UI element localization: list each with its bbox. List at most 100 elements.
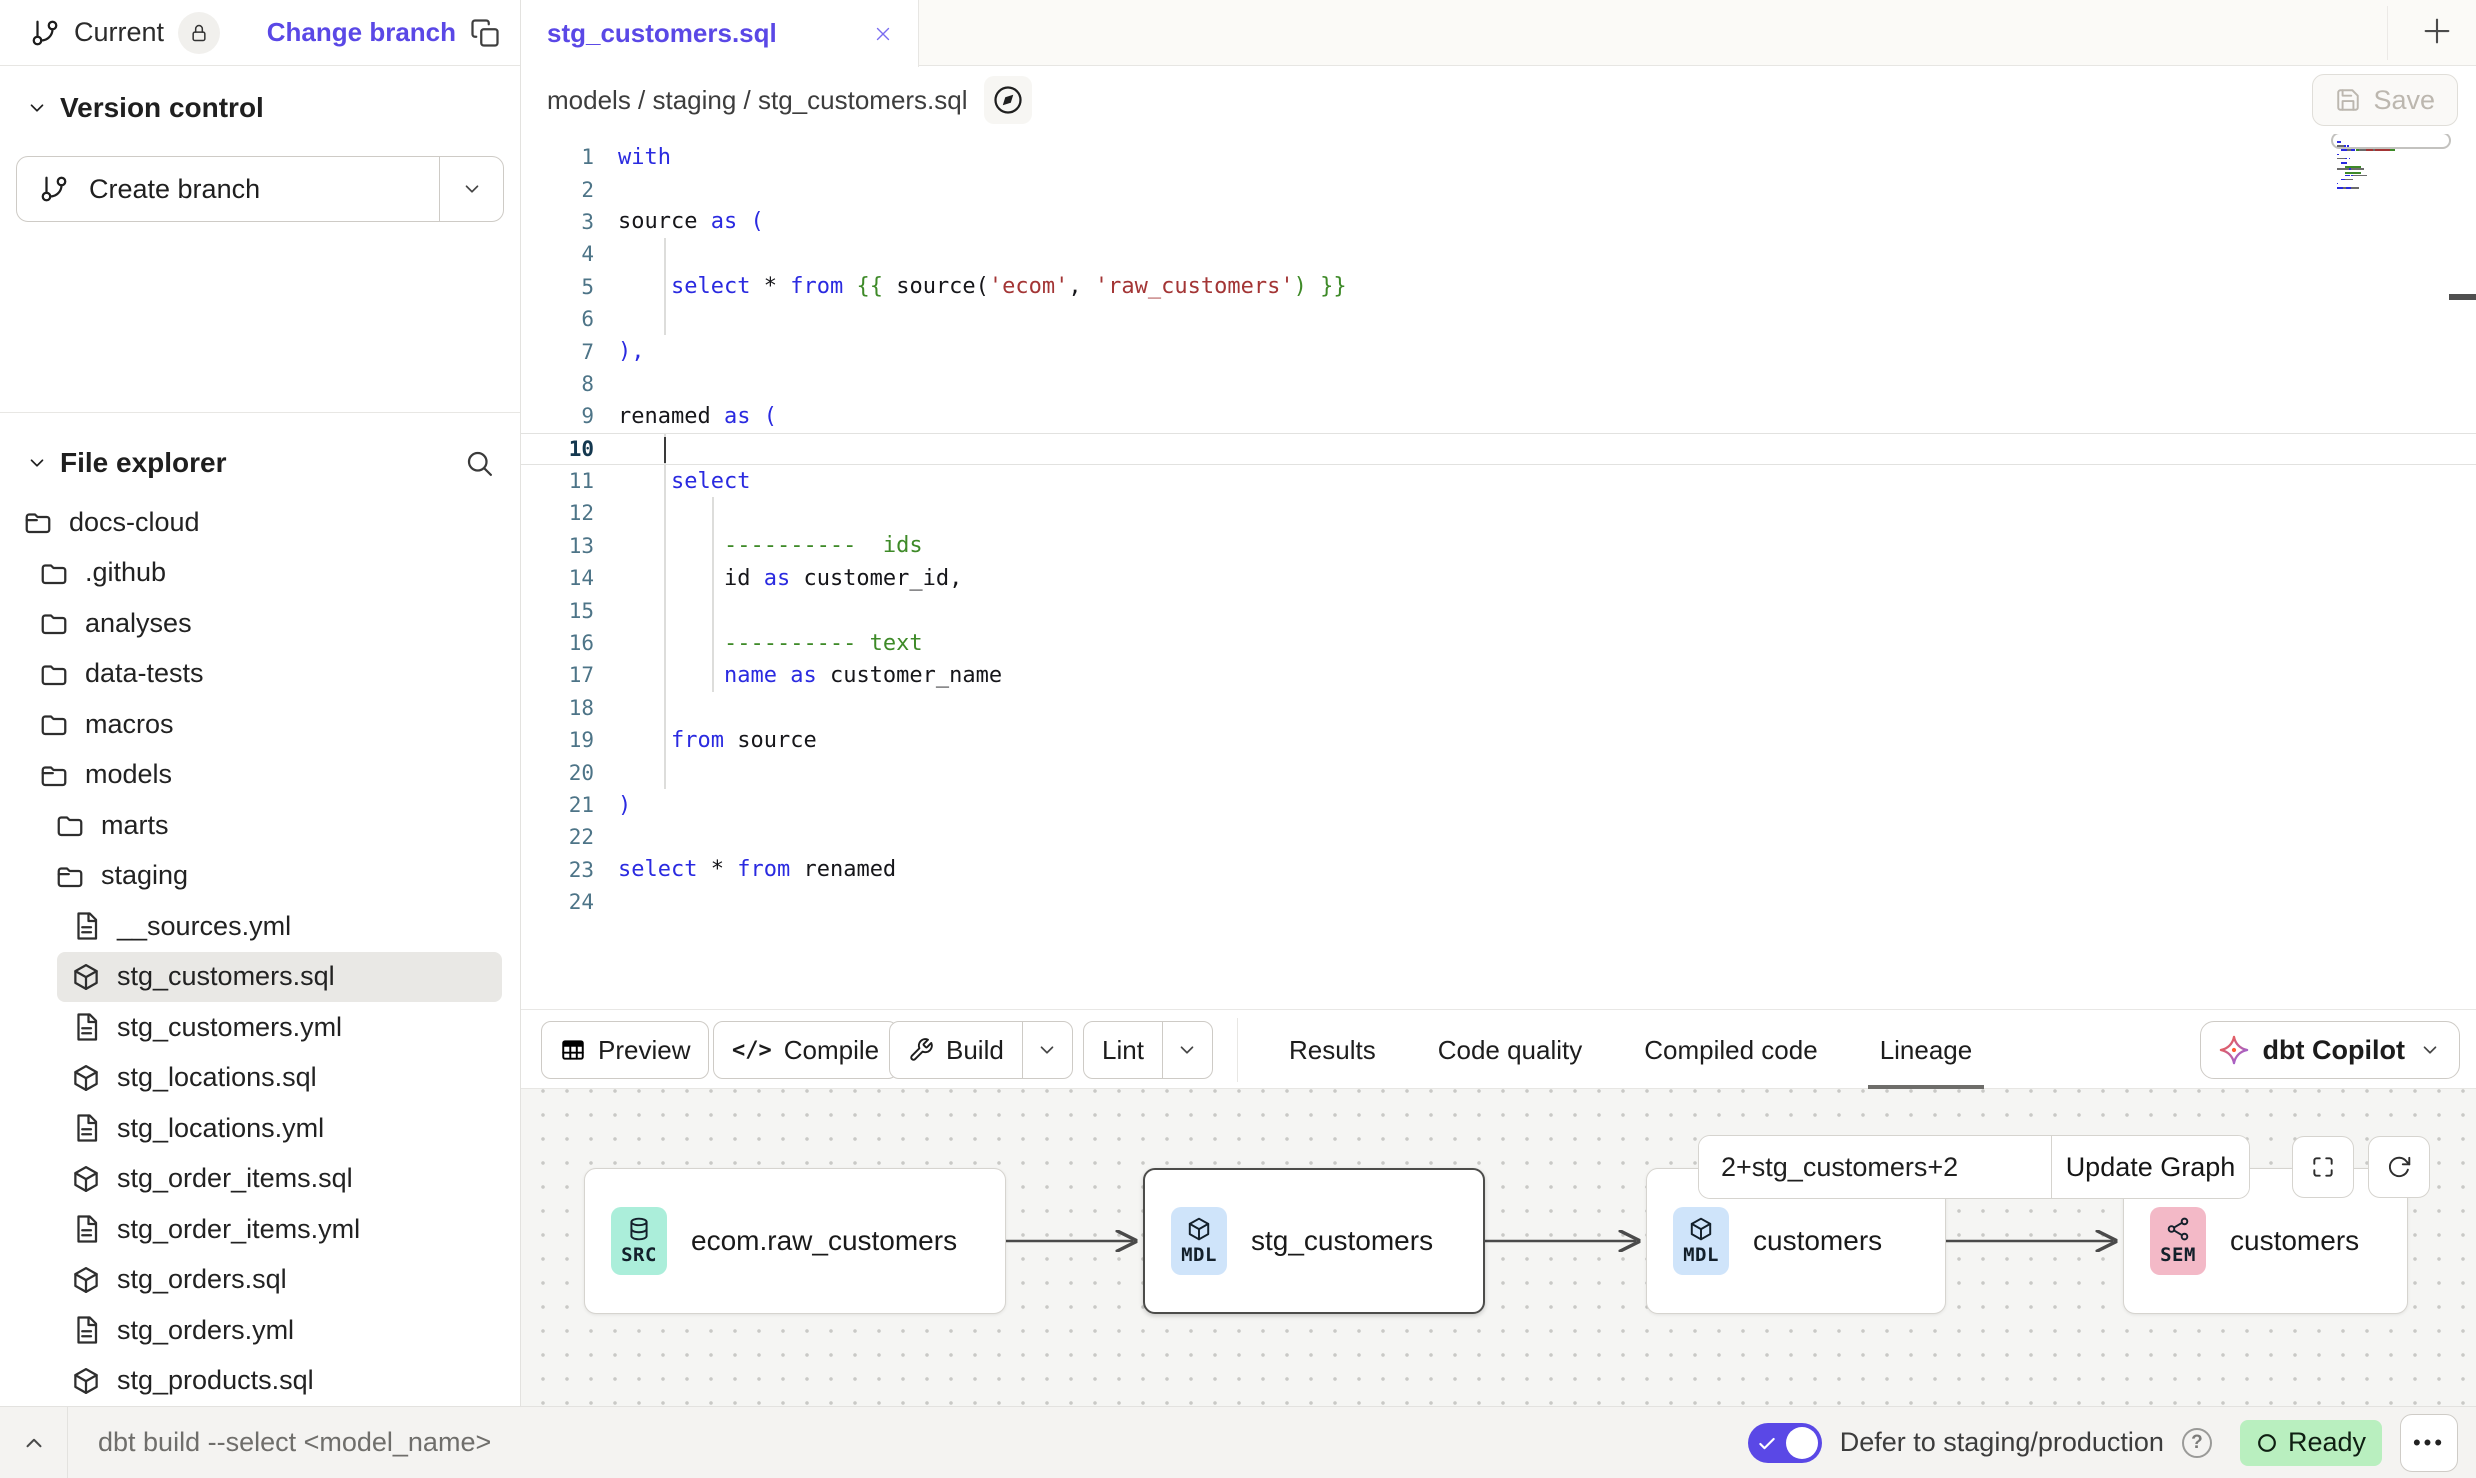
- dbt-copilot-button[interactable]: dbt Copilot: [2200, 1021, 2460, 1079]
- code-line[interactable]: 11 select: [521, 465, 2476, 497]
- file-tree-item-stg_orders.sql[interactable]: stg_orders.sql: [0, 1255, 520, 1306]
- file-tree-item-stg_order_items.sql[interactable]: stg_order_items.sql: [0, 1154, 520, 1205]
- new-tab-button[interactable]: [2420, 14, 2454, 53]
- file-search-button[interactable]: [464, 448, 494, 478]
- line-number: 13: [521, 534, 594, 558]
- refresh-graph-button[interactable]: [2368, 1136, 2430, 1198]
- defer-toggle[interactable]: [1748, 1423, 1822, 1463]
- code-line[interactable]: 22: [521, 821, 2476, 853]
- preview-button[interactable]: Preview: [541, 1021, 709, 1079]
- panel-tab-lineage[interactable]: Lineage: [1854, 1010, 1999, 1090]
- panel-tab-results[interactable]: Results: [1263, 1010, 1402, 1090]
- scrollbar-marker[interactable]: [2449, 294, 2476, 300]
- code-line[interactable]: 23select * from renamed: [521, 854, 2476, 886]
- code-line[interactable]: 20: [521, 756, 2476, 788]
- minimap[interactable]: [2337, 141, 2447, 191]
- file-tree-item-analyses[interactable]: analyses: [0, 598, 520, 649]
- lineage-node-ecom.raw_customers-src[interactable]: SRCecom.raw_customers: [584, 1168, 1006, 1314]
- build-button[interactable]: Build: [890, 1022, 1022, 1078]
- code-line[interactable]: 4: [521, 238, 2476, 270]
- code-line[interactable]: 1with: [521, 141, 2476, 173]
- update-graph-button[interactable]: Update Graph: [2051, 1136, 2249, 1198]
- defer-label: Defer to staging/production: [1840, 1427, 2164, 1458]
- code-line[interactable]: 19 from source: [521, 724, 2476, 756]
- line-number: 14: [521, 566, 594, 590]
- code-text: ),: [594, 339, 645, 364]
- code-line[interactable]: 7),: [521, 335, 2476, 367]
- code-line[interactable]: 14 id as customer_id,: [521, 562, 2476, 594]
- node-label: stg_customers: [1251, 1225, 1433, 1257]
- code-line[interactable]: 10: [521, 433, 2476, 465]
- lint-label: Lint: [1102, 1035, 1144, 1066]
- file-tree-item-.github[interactable]: .github: [0, 548, 520, 599]
- expand-command-bar-button[interactable]: [0, 1407, 68, 1478]
- node-type-badge: MDL: [1673, 1207, 1729, 1275]
- git-branch-icon: [30, 18, 60, 48]
- file-tree-item-marts[interactable]: marts: [0, 800, 520, 851]
- code-line[interactable]: 18: [521, 692, 2476, 724]
- code-line[interactable]: 2: [521, 173, 2476, 205]
- create-branch-button[interactable]: Create branch: [17, 157, 439, 221]
- copilot-compass-button[interactable]: [984, 76, 1032, 124]
- lineage-selector-input[interactable]: [1699, 1136, 2051, 1198]
- code-line[interactable]: 5 select * from {{ source('ecom', 'raw_c…: [521, 271, 2476, 303]
- command-input[interactable]: dbt build --select <model_name>: [98, 1427, 491, 1458]
- file-tree-item-models[interactable]: models: [0, 750, 520, 801]
- panel-tab-compiled-code[interactable]: Compiled code: [1618, 1010, 1843, 1090]
- help-icon[interactable]: ?: [2182, 1428, 2212, 1458]
- status-bar-left: dbt build --select <model_name>: [0, 1407, 491, 1478]
- file-tree-item-stg_customers.sql[interactable]: stg_customers.sql: [0, 952, 520, 1003]
- code-line[interactable]: 21): [521, 789, 2476, 821]
- code-line[interactable]: 9renamed as (: [521, 400, 2476, 432]
- lint-button[interactable]: Lint: [1084, 1022, 1162, 1078]
- panel-tab-code-quality[interactable]: Code quality: [1412, 1010, 1609, 1090]
- file-tree-item-data-tests[interactable]: data-tests: [0, 649, 520, 700]
- folder-icon: [23, 507, 53, 537]
- file-tree-item-stg_customers.yml[interactable]: stg_customers.yml: [0, 1002, 520, 1053]
- copy-icon[interactable]: [470, 18, 500, 48]
- file-tree-item-stg_orders.yml[interactable]: stg_orders.yml: [0, 1305, 520, 1356]
- change-branch-link[interactable]: Change branch: [267, 17, 456, 48]
- file-tree-item-staging[interactable]: staging: [0, 851, 520, 902]
- file-explorer-header[interactable]: File explorer: [0, 413, 520, 495]
- file-tree-item-stg_products.sql[interactable]: stg_products.sql: [0, 1356, 520, 1407]
- lineage-node-stg_customers-mdl[interactable]: MDLstg_customers: [1143, 1168, 1485, 1314]
- file-tree-item-stg_order_items.yml[interactable]: stg_order_items.yml: [0, 1204, 520, 1255]
- tab-stg-customers-sql[interactable]: stg_customers.sql: [521, 0, 919, 67]
- line-number: 6: [521, 307, 594, 331]
- code-line[interactable]: 6: [521, 303, 2476, 335]
- code-line[interactable]: 8: [521, 368, 2476, 400]
- fullscreen-button[interactable]: [2292, 1136, 2354, 1198]
- lineage-panel: SRCecom.raw_customersMDLstg_customersMDL…: [521, 1089, 2476, 1406]
- document-icon: [71, 1315, 101, 1345]
- file-tree-item-macros[interactable]: macros: [0, 699, 520, 750]
- file-tree-item-docs-cloud[interactable]: docs-cloud: [0, 497, 520, 548]
- build-dropdown[interactable]: [1022, 1022, 1072, 1078]
- chevron-down-icon: [461, 178, 483, 200]
- version-control-header[interactable]: Version control: [16, 92, 504, 124]
- code-line[interactable]: 16 ---------- text: [521, 627, 2476, 659]
- code-line[interactable]: 3source as (: [521, 206, 2476, 238]
- code-line[interactable]: 15: [521, 594, 2476, 626]
- file-tree-item-stg_locations.yml[interactable]: stg_locations.yml: [0, 1103, 520, 1154]
- document-icon: [71, 1113, 101, 1143]
- line-number: 5: [521, 275, 594, 299]
- more-options-button[interactable]: •••: [2400, 1414, 2458, 1472]
- minimap-line: [2337, 189, 2447, 191]
- code-line[interactable]: 17 name as customer_name: [521, 659, 2476, 691]
- version-control-title: Version control: [60, 92, 264, 124]
- file-tree-item-__sources.yml[interactable]: __sources.yml: [0, 901, 520, 952]
- create-branch-dropdown[interactable]: [439, 157, 503, 221]
- search-icon: [464, 448, 494, 478]
- code-line[interactable]: 12: [521, 497, 2476, 529]
- code-line[interactable]: 13 ---------- ids: [521, 530, 2476, 562]
- compile-button[interactable]: </> Compile: [713, 1021, 898, 1079]
- file-tree-item-stg_locations.sql[interactable]: stg_locations.sql: [0, 1053, 520, 1104]
- code-editor[interactable]: 1with23source as (45 select * from {{ so…: [521, 134, 2476, 1009]
- save-button[interactable]: Save: [2312, 74, 2458, 126]
- create-branch-split-button: Create branch: [16, 156, 504, 222]
- status-bar-right: Defer to staging/production ? Ready •••: [1748, 1407, 2458, 1478]
- lint-dropdown[interactable]: [1162, 1022, 1212, 1078]
- code-line[interactable]: 24: [521, 886, 2476, 918]
- close-tab-icon[interactable]: [872, 23, 894, 45]
